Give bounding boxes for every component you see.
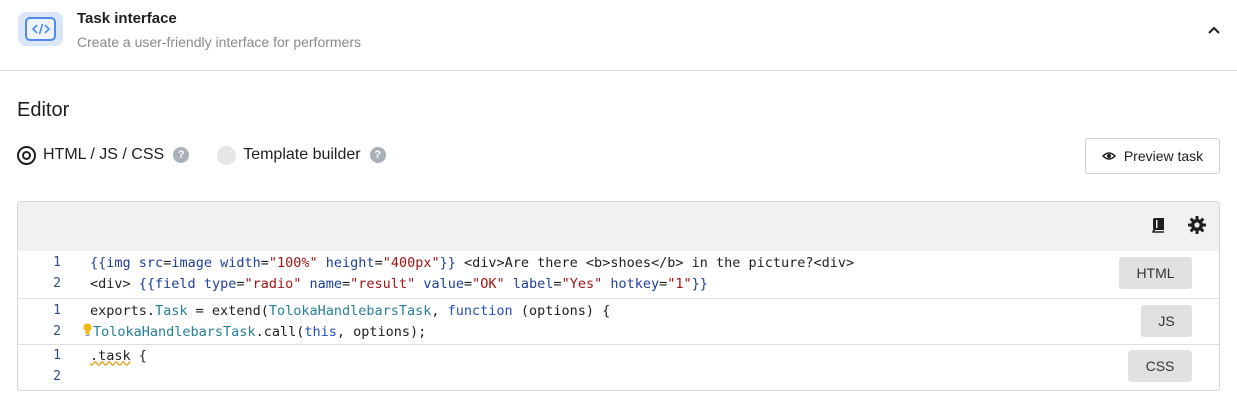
gear-icon[interactable] bbox=[1186, 214, 1208, 236]
css-code-section[interactable]: 1 .task { 2 CSS bbox=[18, 344, 1219, 390]
html-code-section[interactable]: 1 {{img src=image width="100%" height="4… bbox=[18, 251, 1219, 298]
editor-mode-radio-group: HTML / JS / CSS ? Template builder ? bbox=[17, 144, 386, 166]
eye-icon bbox=[1101, 152, 1116, 160]
html-badge[interactable]: HTML bbox=[1119, 257, 1192, 289]
section-header[interactable]: Task interface Create a user-friendly in… bbox=[0, 0, 1237, 71]
code-text-css-1: .task { bbox=[90, 347, 147, 364]
chevron-up-icon[interactable] bbox=[1204, 20, 1224, 40]
line-number: 2 bbox=[53, 324, 61, 339]
editor-title: Editor bbox=[17, 99, 70, 121]
section-subtitle: Create a user-friendly interface for per… bbox=[77, 34, 361, 50]
lightbulb-icon[interactable] bbox=[83, 323, 93, 341]
code-line: 1 .task { bbox=[18, 345, 1219, 366]
section-title: Task interface bbox=[77, 10, 177, 27]
book-icon[interactable] bbox=[1148, 214, 1170, 236]
radio-label: HTML / JS / CSS bbox=[43, 146, 165, 163]
line-number: 2 bbox=[53, 276, 61, 291]
help-icon[interactable]: ? bbox=[173, 147, 190, 163]
code-line: 2 <div> {{field type="radio" name="resul… bbox=[18, 273, 1219, 294]
preview-task-label: Preview task bbox=[1123, 148, 1204, 164]
code-text-js-2: TolokaHandlebarsTask.call(this, options)… bbox=[83, 323, 426, 341]
css-badge[interactable]: CSS bbox=[1128, 350, 1192, 382]
code-text-html-1: {{img src=image width="100%" height="400… bbox=[90, 254, 855, 271]
line-number: 1 bbox=[53, 255, 61, 270]
js-badge[interactable]: JS bbox=[1141, 305, 1192, 337]
radio-html-js-css[interactable]: HTML / JS / CSS ? bbox=[17, 145, 190, 165]
js-code-section[interactable]: 1 exports.Task = extend(TolokaHandlebars… bbox=[18, 298, 1219, 344]
preview-task-button[interactable]: Preview task bbox=[1085, 138, 1220, 174]
code-line: 2 TolokaHandlebarsTask.call(this, option… bbox=[18, 321, 1219, 342]
radio-checked-icon[interactable] bbox=[17, 145, 36, 165]
radio-template-builder[interactable]: Template builder ? bbox=[217, 145, 386, 165]
code-text-html-2: <div> {{field type="radio" name="result"… bbox=[90, 275, 708, 292]
code-editor: 1 {{img src=image width="100%" height="4… bbox=[17, 201, 1220, 391]
line-number: 2 bbox=[53, 369, 61, 384]
code-line: 2 bbox=[18, 366, 1219, 387]
code-icon bbox=[18, 12, 63, 46]
help-icon[interactable]: ? bbox=[369, 147, 386, 163]
line-number: 1 bbox=[53, 348, 61, 363]
code-line: 1 exports.Task = extend(TolokaHandlebars… bbox=[18, 300, 1219, 321]
code-text-js-1: exports.Task = extend(TolokaHandlebarsTa… bbox=[90, 302, 611, 319]
radio-unchecked-icon[interactable] bbox=[217, 145, 237, 165]
code-line: 1 {{img src=image width="100%" height="4… bbox=[18, 252, 1219, 273]
line-number: 1 bbox=[53, 303, 61, 318]
radio-label: Template builder bbox=[243, 146, 361, 163]
code-toolbar bbox=[18, 202, 1219, 251]
